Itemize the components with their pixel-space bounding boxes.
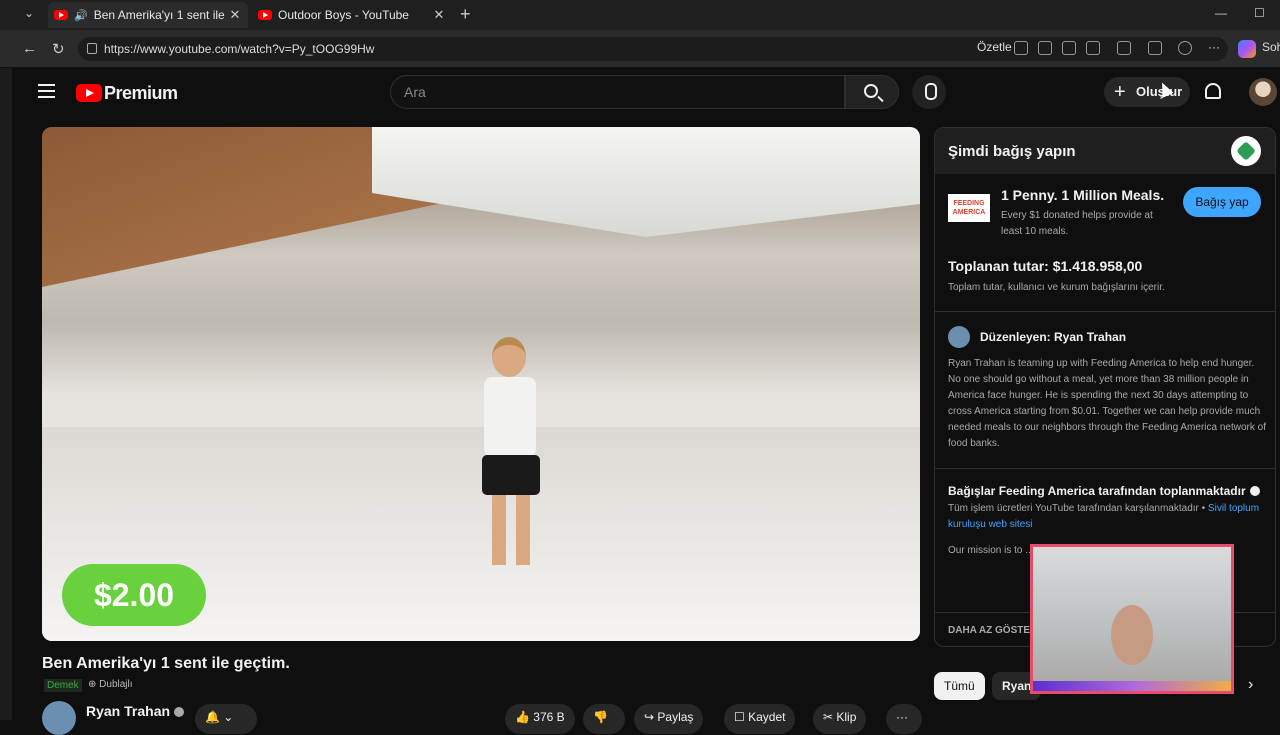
channel-avatar[interactable] [42, 701, 76, 735]
tab-title: Ben Amerika'yı 1 sent ile geçtim [93, 8, 228, 22]
brand-label[interactable]: Premium [104, 83, 178, 104]
like-count: 376 B [533, 710, 565, 724]
webcam-color-bar [1033, 681, 1231, 691]
favorites-icon[interactable] [1148, 41, 1162, 55]
url-text: https://www.youtube.com/watch?v=Py_tOOG9… [104, 42, 375, 56]
new-tab-icon[interactable]: + [460, 4, 471, 25]
maximize-icon[interactable]: ☐ [1254, 6, 1265, 20]
panel-title: Şimdi bağış yapın [948, 143, 1076, 160]
extensions-icon[interactable] [1117, 41, 1131, 55]
close-tab-icon[interactable]: ✕ [228, 7, 242, 23]
verified-icon [1249, 486, 1260, 496]
minimize-icon[interactable]: — [1215, 6, 1227, 20]
profile-icon[interactable] [1178, 41, 1192, 55]
close-tab-icon[interactable]: ✕ [432, 7, 446, 23]
dubbed-badge: ⊕ Dublajlı [88, 679, 133, 690]
youtube-favicon-icon [258, 10, 272, 20]
webcam-overlay [1030, 544, 1234, 694]
dislike-button[interactable]: 👎 [583, 704, 625, 734]
charity-heart-icon [1231, 136, 1261, 166]
webcam-face [1111, 605, 1153, 665]
chevron-right-icon[interactable]: › [1248, 676, 1253, 694]
feeding-america-logo: FEEDING AMERICA [948, 194, 990, 222]
lock-icon [87, 43, 97, 54]
tab-title: Outdoor Boys - YouTube [278, 8, 409, 22]
url-field[interactable]: https://www.youtube.com/watch?v=Py_tOOG9… [78, 37, 1228, 61]
organizer-avatar [948, 326, 970, 348]
speaker-icon[interactable]: 🔊 [74, 9, 88, 22]
clip-label: Klip [836, 710, 857, 724]
show-less-button[interactable]: DAHA AZ GÖSTE [948, 625, 1030, 636]
raised-total: Toplanan tutar: $1.418.958,00 [948, 258, 1143, 274]
video-title: Ben Amerika'yı 1 sent ile geçtim. [42, 655, 290, 672]
tracking-icon[interactable] [1062, 41, 1076, 55]
chip-all[interactable]: Tümü [934, 672, 985, 700]
divider [935, 311, 1275, 312]
youtube-favicon-icon [54, 10, 68, 20]
donate-button[interactable]: Bağış yap [1183, 187, 1261, 217]
collector-title: Bağışlar Feeding America tarafından topl… [948, 484, 1260, 498]
panel-header: Şimdi bağış yapın [935, 128, 1275, 174]
more-icon[interactable]: ··· [1208, 40, 1220, 54]
subscribe-bell-button[interactable]: 🔔 ⌄ [195, 704, 257, 734]
plus-icon: + [1114, 81, 1126, 103]
save-button[interactable]: ☐ Kaydet [724, 704, 796, 734]
organizer-label: Düzenleyen: Ryan Trahan [980, 330, 1127, 344]
search-input[interactable]: Ara [390, 75, 845, 109]
tab-list-chevron-icon[interactable]: ⌄ [18, 6, 40, 24]
like-button[interactable]: 👍 376 B [505, 704, 575, 734]
browser-tab-bar: ⌄ 🔊 Ben Amerika'yı 1 sent ile geçtim ✕ O… [0, 0, 1280, 30]
refresh-icon[interactable]: ↻ [52, 40, 65, 58]
dubbed-label: Dublajlı [99, 679, 133, 690]
summarize-button[interactable]: Özetle [977, 40, 1012, 54]
copilot-icon[interactable] [1238, 40, 1256, 58]
menu-icon[interactable] [38, 84, 55, 98]
collector-title-text: Bağışlar Feeding America tarafından topl… [948, 484, 1246, 498]
search-button[interactable] [845, 75, 899, 109]
account-avatar[interactable] [1249, 78, 1277, 106]
raised-note: Toplam tutar, kullanıcı ve kurum bağışla… [948, 282, 1165, 293]
tab-active[interactable]: 🔊 Ben Amerika'yı 1 sent ile geçtim ✕ [48, 2, 248, 28]
divider [935, 468, 1275, 469]
dub-icon: ⊕ [88, 679, 97, 690]
promo-description: Every $1 donated helps provide at least … [1001, 210, 1153, 237]
create-button[interactable]: + Oluştur [1104, 77, 1190, 107]
clip-button[interactable]: ✂ Klip [813, 704, 867, 734]
collector-description: Tüm işlem ücretleri YouTube tarafından k… [948, 503, 1260, 530]
channel-name-text: Ryan Trahan [86, 703, 171, 719]
verified-icon [174, 707, 185, 717]
reader-icon[interactable] [1014, 41, 1028, 55]
save-label: Kaydet [748, 710, 786, 724]
voice-search-icon[interactable] [912, 75, 946, 109]
notifications-bell-icon[interactable] [1205, 83, 1221, 99]
back-icon[interactable]: ← [22, 40, 37, 57]
scene-person [472, 337, 547, 577]
favorite-star-icon[interactable] [1086, 41, 1100, 55]
badge-demek: Demek [44, 679, 82, 692]
copilot-label[interactable]: Soh [1262, 40, 1280, 54]
search-icon [864, 84, 878, 98]
left-edge [0, 68, 12, 720]
share-label: Paylaş [657, 710, 694, 724]
more-actions-button[interactable]: ··· [886, 704, 922, 734]
price-overlay: $2.00 [62, 564, 206, 626]
scene-roof [372, 127, 920, 237]
apps-icon[interactable] [1038, 41, 1052, 55]
promo-title: 1 Penny. 1 Million Meals. [1001, 187, 1165, 203]
tab-inactive[interactable]: Outdoor Boys - YouTube ✕ [252, 2, 452, 28]
organizer-description: Ryan Trahan is teaming up with Feeding A… [948, 358, 1266, 449]
share-button[interactable]: ↪ Paylaş [634, 704, 704, 734]
channel-name[interactable]: Ryan Trahan [86, 703, 185, 719]
youtube-logo-icon[interactable] [76, 84, 102, 102]
collector-text: Tüm işlem ücretleri YouTube tarafından k… [948, 503, 1199, 514]
